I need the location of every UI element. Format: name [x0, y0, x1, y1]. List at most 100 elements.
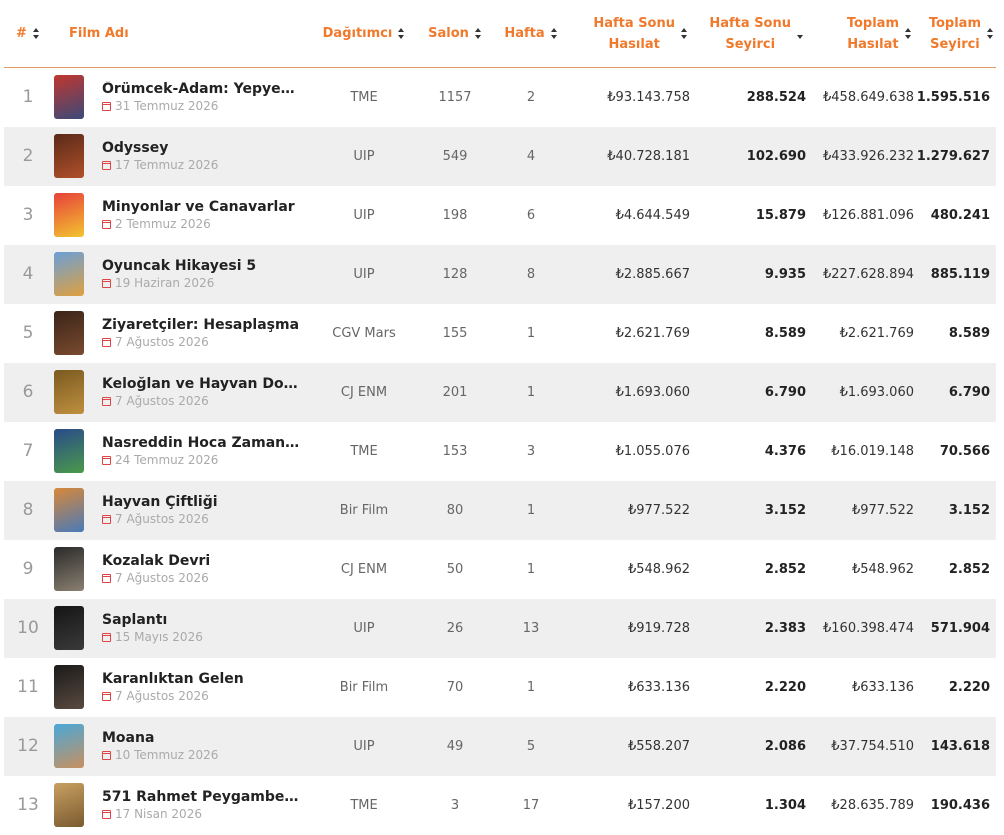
poster-thumbnail[interactable]: [54, 193, 84, 237]
table-header: # Film Adı Dağıtımcı Salon Hafta Hafta S…: [4, 0, 996, 68]
calendar-icon: [102, 337, 111, 347]
weekend-admissions-cell: 15.879: [755, 207, 806, 223]
poster-thumbnail[interactable]: [54, 134, 84, 178]
header-weekend-gross[interactable]: Hafta Sonu Hasılat: [566, 0, 690, 68]
week-cell: 1: [526, 561, 536, 577]
week-cell: 1: [526, 679, 536, 695]
table-row[interactable]: 6 Keloğlan ve Hayvan Do… 7 Ağustos 2026 …: [4, 362, 996, 422]
poster-thumbnail[interactable]: [54, 311, 84, 355]
total-gross-cell: ₺2.621.769: [839, 325, 914, 341]
film-title[interactable]: Kozalak Devri: [102, 553, 210, 569]
release-date-text: 2 Temmuz 2026: [115, 217, 211, 231]
table-row[interactable]: 11 Karanlıktan Gelen 7 Ağustos 2026 Bir …: [4, 658, 996, 717]
rank-cell: 5: [22, 323, 34, 343]
header-week[interactable]: Hafta: [496, 0, 566, 68]
table-row[interactable]: 7 Nasreddin Hoca Zaman… 24 Temmuz 2026 T…: [4, 422, 996, 481]
header-weekend-admissions[interactable]: Hafta Sonu Seyirci: [690, 0, 806, 68]
table-row[interactable]: 2 Odyssey 17 Temmuz 2026 UIP 549 4 ₺40.7…: [4, 126, 996, 186]
release-date-text: 17 Nisan 2026: [115, 807, 202, 821]
week-cell: 17: [522, 797, 540, 813]
film-cell: 571 Rahmet Peygamberi… 17 Nisan 2026: [52, 776, 314, 835]
week-cell: 13: [522, 620, 540, 636]
header-total-gross[interactable]: Toplam Hasılat: [806, 0, 914, 68]
poster-thumbnail[interactable]: [54, 370, 84, 414]
calendar-icon: [102, 101, 111, 111]
table-row[interactable]: 1 Örümcek-Adam: Yepye… 31 Temmuz 2026 TM…: [4, 68, 996, 127]
calendar-icon: [102, 573, 111, 583]
poster-thumbnail[interactable]: [54, 75, 84, 120]
weekend-admissions-cell: 288.524: [746, 89, 806, 105]
header-weekend-gross-line2: Hasılat: [608, 36, 660, 52]
header-rank[interactable]: #: [4, 0, 52, 68]
header-distributor[interactable]: Dağıtımcı: [314, 0, 414, 68]
table-row[interactable]: 8 Hayvan Çiftliği 7 Ağustos 2026 Bir Fil…: [4, 480, 996, 540]
film-title[interactable]: Moana: [102, 730, 218, 746]
screens-cell: 3: [450, 797, 460, 813]
film-title[interactable]: Keloğlan ve Hayvan Do…: [102, 376, 298, 392]
poster-thumbnail[interactable]: [54, 547, 84, 591]
header-film[interactable]: Film Adı: [52, 0, 314, 68]
total-admissions-cell: 8.589: [948, 325, 990, 341]
film-title[interactable]: Örümcek-Adam: Yepye…: [102, 81, 295, 97]
poster-thumbnail[interactable]: [54, 252, 84, 296]
film-title[interactable]: 571 Rahmet Peygamberi…: [102, 789, 302, 805]
film-cell: Hayvan Çiftliği 7 Ağustos 2026: [52, 481, 314, 540]
release-date: 2 Temmuz 2026: [102, 217, 295, 231]
poster-thumbnail[interactable]: [54, 783, 84, 827]
sort-icon: [32, 28, 40, 39]
release-date: 7 Ağustos 2026: [102, 512, 218, 526]
poster-thumbnail[interactable]: [54, 665, 84, 709]
film-title[interactable]: Nasreddin Hoca Zaman…: [102, 435, 299, 451]
table-row[interactable]: 9 Kozalak Devri 7 Ağustos 2026 CJ ENM 50…: [4, 540, 996, 599]
calendar-icon: [102, 396, 111, 406]
sort-icon: [905, 28, 912, 39]
table-row[interactable]: 5 Ziyaretçiler: Hesaplaşma 7 Ağustos 202…: [4, 304, 996, 363]
calendar-icon: [102, 278, 111, 288]
poster-thumbnail[interactable]: [54, 606, 84, 650]
rank-cell: 8: [22, 500, 34, 520]
film-title[interactable]: Oyuncak Hikayesi 5: [102, 258, 256, 274]
header-film-label: Film Adı: [69, 26, 129, 41]
weekend-admissions-cell: 2.383: [764, 620, 806, 636]
poster-thumbnail[interactable]: [54, 724, 84, 768]
header-total-admissions[interactable]: Toplam Seyirci: [914, 0, 996, 68]
header-screens-label: Salon: [428, 26, 469, 41]
table-row[interactable]: 13 571 Rahmet Peygamberi… 17 Nisan 2026 …: [4, 776, 996, 835]
film-title[interactable]: Ziyaretçiler: Hesaplaşma: [102, 317, 299, 333]
film-title[interactable]: Hayvan Çiftliği: [102, 494, 218, 510]
rank-cell: 12: [17, 736, 39, 756]
table-row[interactable]: 3 Minyonlar ve Canavarlar 2 Temmuz 2026 …: [4, 186, 996, 245]
header-weekend-admissions-line1: Hafta Sonu: [709, 15, 791, 31]
release-date-text: 19 Haziran 2026: [115, 276, 215, 290]
header-weekend-admissions-line2: Seyirci: [725, 36, 776, 52]
film-title[interactable]: Odyssey: [102, 140, 218, 156]
calendar-icon: [102, 750, 111, 760]
distributor-cell: CGV Mars: [332, 325, 396, 341]
table-row[interactable]: 10 Saplantı 15 Mayıs 2026 UIP 26 13 ₺919…: [4, 598, 996, 658]
poster-thumbnail[interactable]: [54, 429, 84, 473]
film-cell: Saplantı 15 Mayıs 2026: [52, 599, 314, 658]
film-title[interactable]: Saplantı: [102, 612, 203, 628]
weekend-admissions-cell: 6.790: [764, 384, 806, 400]
sort-icon: [474, 28, 482, 39]
calendar-icon: [102, 219, 111, 229]
header-screens[interactable]: Salon: [414, 0, 496, 68]
film-title[interactable]: Karanlıktan Gelen: [102, 671, 244, 687]
distributor-cell: TME: [350, 443, 378, 459]
screens-cell: 49: [446, 738, 464, 754]
poster-thumbnail[interactable]: [54, 488, 84, 532]
film-cell: Oyuncak Hikayesi 5 19 Haziran 2026: [52, 245, 314, 304]
sort-icon: [398, 28, 405, 39]
weekend-gross-cell: ₺40.728.181: [607, 148, 690, 164]
distributor-cell: CJ ENM: [340, 561, 388, 577]
table-row[interactable]: 12 Moana 10 Temmuz 2026 UIP 49 5 ₺558.20…: [4, 716, 996, 776]
film-cell: Minyonlar ve Canavarlar 2 Temmuz 2026: [52, 186, 314, 245]
header-total-admissions-line1: Toplam: [928, 15, 981, 31]
film-title[interactable]: Minyonlar ve Canavarlar: [102, 199, 295, 215]
week-cell: 5: [526, 738, 536, 754]
week-cell: 1: [526, 384, 536, 400]
weekend-gross-cell: ₺2.621.769: [615, 325, 690, 341]
calendar-icon: [102, 514, 111, 524]
film-cell: Ziyaretçiler: Hesaplaşma 7 Ağustos 2026: [52, 304, 314, 363]
table-row[interactable]: 4 Oyuncak Hikayesi 5 19 Haziran 2026 UIP…: [4, 244, 996, 304]
